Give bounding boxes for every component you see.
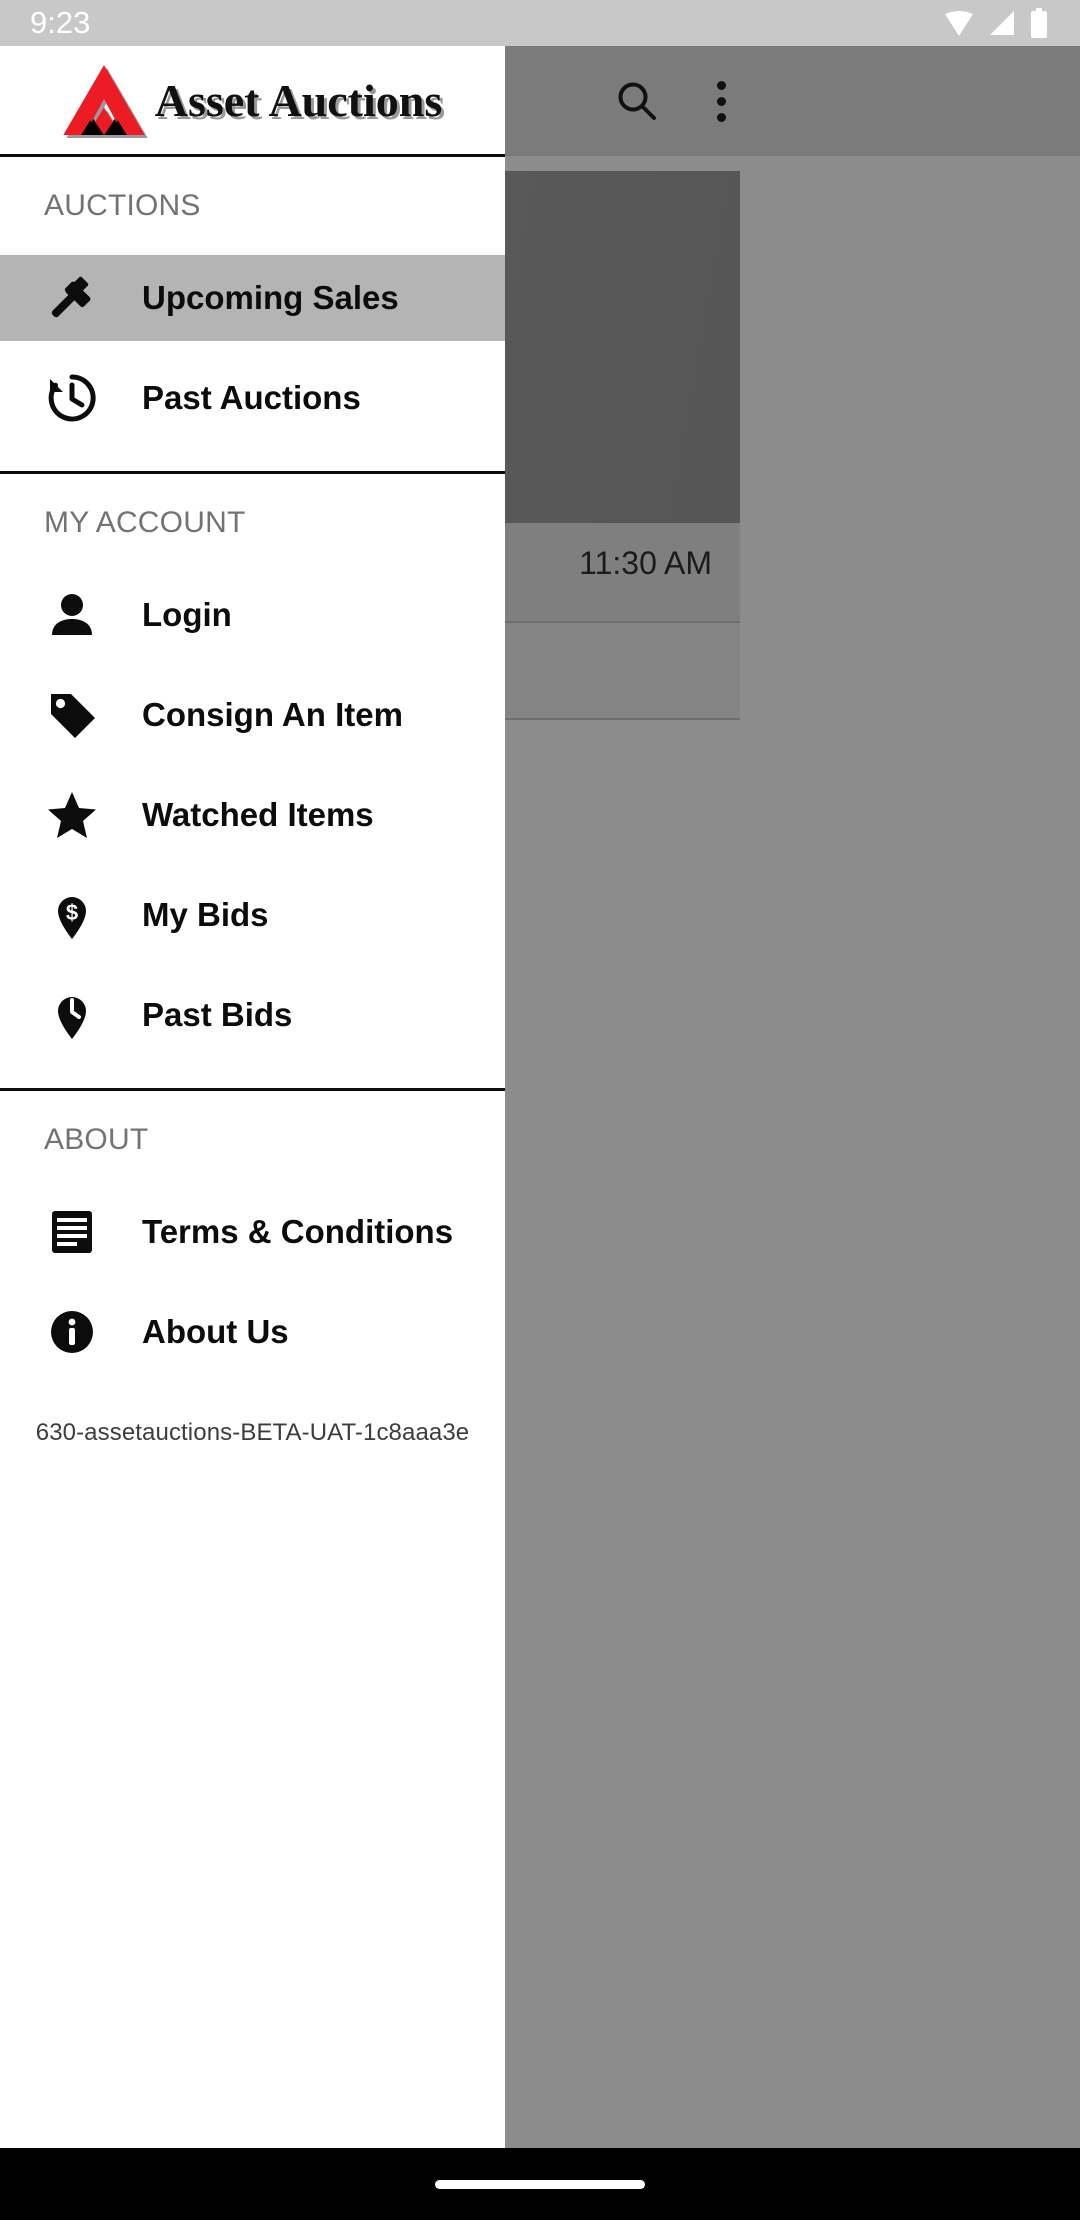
gavel-icon [44,270,100,326]
build-version-string: 630-assetauctions-BETA-UAT-1c8aaa3e [35,1419,470,1446]
sidebar-item-label: Consign An Item [142,696,403,733]
svg-text:$: $ [66,900,78,925]
sidebar-item-label: Watched Items [142,796,374,833]
section-header-auctions: AUCTIONS [44,189,201,222]
sidebar-item-label: Login [142,596,232,633]
status-bar-system-icons [944,8,1048,38]
sidebar-item-consign-an-item[interactable]: Consign An Item [0,672,505,758]
battery-icon [1030,8,1048,38]
phone-screen: 9:23 11:30 AM Asset Auctions AUCTIONS Up… [0,0,1080,2220]
tag-icon [44,687,100,743]
dollar-pin-icon: $ [44,887,100,943]
asset-auctions-logo-icon [63,65,145,135]
sidebar-item-past-bids[interactable]: Past Bids [0,972,505,1058]
sidebar-item-login[interactable]: Login [0,572,505,658]
system-navigation-bar [0,2148,1080,2220]
sidebar-item-watched-items[interactable]: Watched Items [0,772,505,858]
auction-time-label: 11:30 AM [579,545,712,581]
sidebar-item-label: About Us [142,1313,289,1350]
search-icon[interactable] [608,72,666,130]
section-header-my-account: MY ACCOUNT [44,506,246,539]
star-icon [44,787,100,843]
sidebar-item-label: My Bids [142,896,269,933]
sidebar-item-upcoming-sales[interactable]: Upcoming Sales [0,255,505,341]
clock-pin-icon [44,987,100,1043]
sidebar-item-label: Past Auctions [142,379,361,416]
sidebar-item-about-us[interactable]: About Us [0,1289,505,1375]
person-icon [44,587,100,643]
sidebar-item-label: Upcoming Sales [142,279,399,316]
sidebar-item-my-bids[interactable]: $ My Bids [0,872,505,958]
document-icon [44,1204,100,1260]
cellular-signal-icon [988,10,1016,36]
navigation-drawer[interactable]: Asset Auctions AUCTIONS Upcoming Sales P… [0,46,505,2148]
wifi-icon [944,10,974,36]
status-bar-clock: 9:23 [30,5,91,40]
more-vertical-icon[interactable] [692,72,750,130]
history-icon [44,370,100,426]
status-bar: 9:23 [0,0,1080,46]
sidebar-item-terms-and-conditions[interactable]: Terms & Conditions [0,1189,505,1275]
brand-name: Asset Auctions [154,74,443,126]
section-header-about: ABOUT [44,1123,149,1156]
sidebar-item-past-auctions[interactable]: Past Auctions [0,355,505,441]
info-icon [44,1304,100,1360]
drawer-header: Asset Auctions [0,46,505,157]
overflow-dots [716,80,726,122]
brand-logo: Asset Auctions [63,65,443,135]
sidebar-item-label: Terms & Conditions [142,1213,454,1250]
sidebar-item-label: Past Bids [142,996,293,1033]
gesture-handle[interactable] [435,2179,645,2189]
